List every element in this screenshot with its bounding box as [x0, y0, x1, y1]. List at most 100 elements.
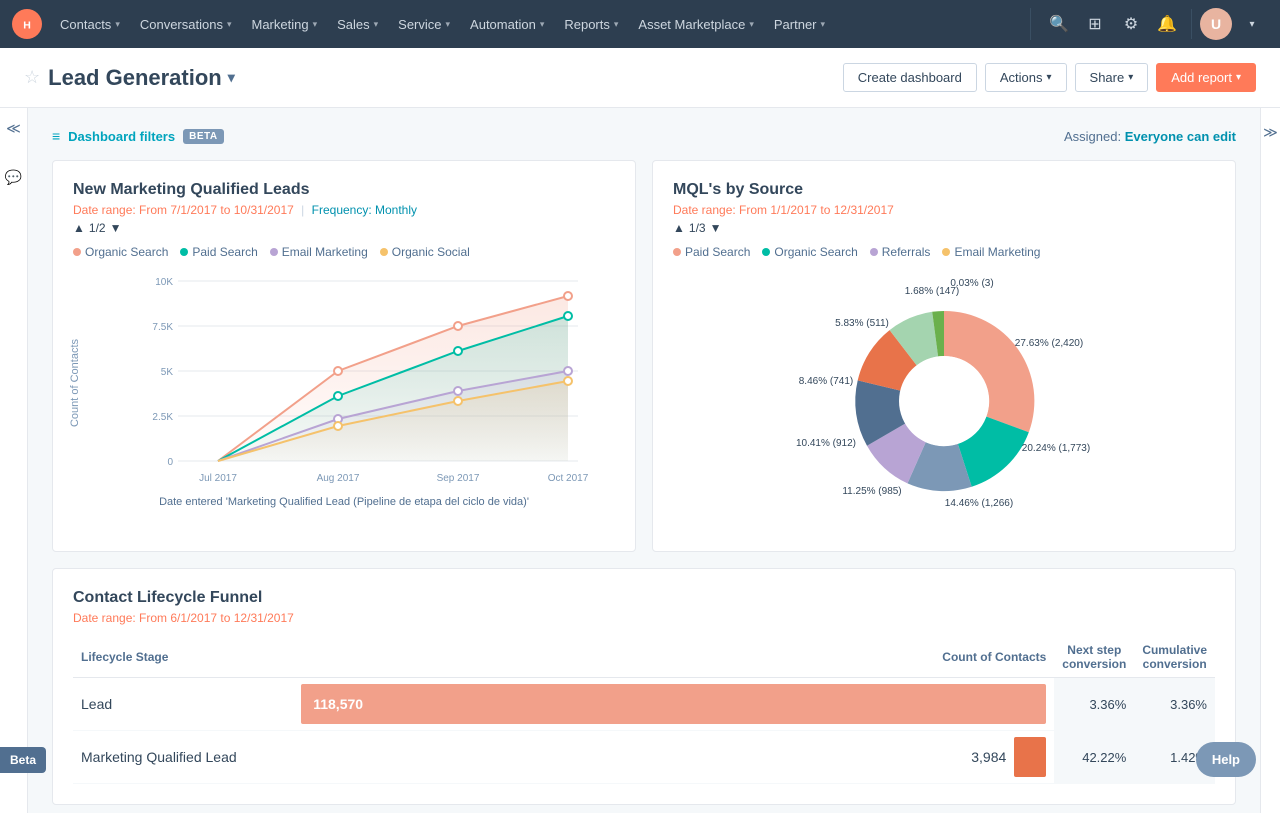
card2-page-indicator: 1/3 [689, 221, 706, 235]
account-chevron-icon[interactable]: ▾ [1236, 8, 1268, 40]
mql-bar-small [1014, 737, 1046, 777]
card2-prev-arrow-icon[interactable]: ▲ [673, 221, 685, 235]
card2-next-arrow-icon[interactable]: ▼ [710, 221, 722, 235]
legend-paid-search: Paid Search [673, 245, 750, 259]
filters-label[interactable]: Dashboard filters [68, 129, 175, 144]
card3-date-range: Date range: From 6/1/2017 to 12/31/2017 [73, 611, 1215, 625]
nav-sales[interactable]: Sales ▾ [327, 0, 388, 48]
pie-chart-svg: 27.63% (2,420) 20.24% (1,773) 14.46% (1,… [784, 266, 1104, 536]
svg-text:0: 0 [167, 457, 173, 468]
lead-bar-wrapper: 118,570 [301, 684, 1046, 724]
card2-title: MQL's by Source [673, 181, 1215, 199]
nav-items-list: Contacts ▾ Conversations ▾ Marketing ▾ S… [50, 0, 1026, 48]
legend-dot-email-marketing [270, 248, 278, 256]
col-count-header: Count of Contacts [293, 637, 1054, 678]
pie-chart-container: 27.63% (2,420) 20.24% (1,773) 14.46% (1,… [673, 271, 1215, 531]
card1-next-arrow-icon[interactable]: ▼ [110, 221, 122, 235]
notifications-icon[interactable]: 🔔 [1151, 8, 1183, 40]
page-title-chevron-icon[interactable]: ▾ [228, 69, 235, 86]
actions-button[interactable]: Actions ▾ [985, 63, 1067, 92]
svg-text:27.63% (2,420): 27.63% (2,420) [1015, 338, 1083, 349]
right-collapse-panel[interactable]: ≫ [1260, 108, 1280, 813]
sidebar-collapse-icon[interactable]: ≪ [6, 120, 21, 137]
card3-title: Contact Lifecycle Funnel [73, 589, 1215, 607]
svg-text:10K: 10K [155, 277, 173, 288]
table-row: Marketing Qualified Lead 3,984 42.22% 1.… [73, 731, 1215, 784]
svg-text:14.46% (1,266): 14.46% (1,266) [945, 498, 1013, 509]
apps-icon[interactable]: ⊞ [1079, 8, 1111, 40]
share-button[interactable]: Share ▾ [1075, 63, 1149, 92]
card1-page-indicator: 1/2 [89, 221, 106, 235]
help-button[interactable]: Help [1196, 742, 1256, 777]
legend-paid-search: Paid Search [180, 245, 257, 259]
contacts-chevron-icon: ▾ [115, 19, 120, 30]
nav-right-icons: 🔍 ⊞ ⚙ 🔔 U ▾ [1030, 8, 1268, 40]
nav-service[interactable]: Service ▾ [388, 0, 460, 48]
svg-text:2.5K: 2.5K [152, 412, 173, 423]
mql-next-conversion: 42.22% [1054, 731, 1134, 784]
beta-button[interactable]: Beta [0, 747, 46, 773]
left-sidebar-collapsed: ≪ 💬 [0, 108, 28, 813]
svg-text:H: H [23, 19, 31, 31]
legend-dot-referrals [870, 248, 878, 256]
add-report-button[interactable]: Add report ▾ [1156, 63, 1256, 92]
assigned-section: Assigned: Everyone can edit [1064, 129, 1236, 144]
share-chevron-icon: ▾ [1128, 72, 1133, 83]
card1-chart-container: Count of Contacts 10K 7.5K 5K 2.5K 0 [73, 271, 615, 494]
svg-text:5.83% (511): 5.83% (511) [835, 318, 889, 329]
cards-row: New Marketing Qualified Leads Date range… [52, 160, 1236, 552]
main-content: ≡ Dashboard filters BETA Assigned: Every… [28, 108, 1260, 813]
legend-email-marketing: Email Marketing [270, 245, 368, 259]
legend-referrals: Referrals [870, 245, 931, 259]
svg-text:5K: 5K [161, 367, 174, 378]
right-collapse-icon: ≫ [1263, 124, 1278, 141]
nav-automation[interactable]: Automation ▾ [460, 0, 554, 48]
legend-organic-social: Organic Social [380, 245, 470, 259]
top-navigation: H Contacts ▾ Conversations ▾ Marketing ▾… [0, 0, 1280, 48]
nav-marketing[interactable]: Marketing ▾ [241, 0, 327, 48]
lead-cumulative-conversion: 3.36% [1134, 678, 1215, 731]
page-title: Lead Generation ▾ [48, 65, 235, 91]
legend-organic-search: Organic Search [73, 245, 168, 259]
card1-date-range: Date range: From 7/1/2017 to 10/31/2017 … [73, 203, 615, 217]
asset-marketplace-chevron-icon: ▾ [749, 19, 754, 30]
legend-dot-paid-search [180, 248, 188, 256]
lead-bar: 118,570 [301, 684, 1046, 724]
partner-chevron-icon: ▾ [821, 19, 826, 30]
actions-chevron-icon: ▾ [1047, 72, 1052, 83]
legend-dot-organic-search [73, 248, 81, 256]
card2-date-range: Date range: From 1/1/2017 to 12/31/2017 [673, 203, 1215, 217]
search-icon[interactable]: 🔍 [1043, 8, 1075, 40]
settings-icon[interactable]: ⚙ [1115, 8, 1147, 40]
chat-icon[interactable]: 💬 [5, 169, 22, 186]
lead-next-conversion: 3.36% [1054, 678, 1134, 731]
main-layout: ≪ 💬 ≡ Dashboard filters BETA Assigned: E… [0, 108, 1280, 813]
favorite-star-icon[interactable]: ☆ [24, 67, 40, 88]
nav-asset-marketplace[interactable]: Asset Marketplace ▾ [628, 0, 763, 48]
lifecycle-funnel-card: Contact Lifecycle Funnel Date range: Fro… [52, 568, 1236, 805]
card1-nav: ▲ 1/2 ▼ [73, 221, 615, 235]
svg-text:Jul 2017: Jul 2017 [199, 473, 237, 484]
funnel-table: Lifecycle Stage Count of Contacts Next s… [73, 637, 1215, 784]
svg-text:20.24% (1,773): 20.24% (1,773) [1022, 443, 1090, 454]
lead-bar-cell: 118,570 [293, 678, 1054, 731]
hubspot-logo[interactable]: H [12, 9, 42, 39]
card1-prev-arrow-icon[interactable]: ▲ [73, 221, 85, 235]
add-report-chevron-icon: ▾ [1236, 72, 1241, 83]
subheader: ☆ Lead Generation ▾ Create dashboard Act… [0, 48, 1280, 108]
filters-icon: ≡ [52, 128, 60, 144]
user-avatar[interactable]: U [1200, 8, 1232, 40]
create-dashboard-button[interactable]: Create dashboard [843, 63, 977, 92]
svg-text:7.5K: 7.5K [152, 322, 173, 333]
card2-nav: ▲ 1/3 ▼ [673, 221, 1215, 235]
legend-email-marketing: Email Marketing [942, 245, 1040, 259]
legend-dot-organic-social [380, 248, 388, 256]
nav-partner[interactable]: Partner ▾ [764, 0, 835, 48]
assigned-value-link[interactable]: Everyone can edit [1125, 129, 1236, 144]
nav-contacts[interactable]: Contacts ▾ [50, 0, 130, 48]
card1-title: New Marketing Qualified Leads [73, 181, 615, 199]
nav-reports[interactable]: Reports ▾ [554, 0, 628, 48]
col-lifecycle-stage: Lifecycle Stage [73, 637, 293, 678]
y-axis-label: Count of Contacts [69, 338, 81, 426]
nav-conversations[interactable]: Conversations ▾ [130, 0, 242, 48]
